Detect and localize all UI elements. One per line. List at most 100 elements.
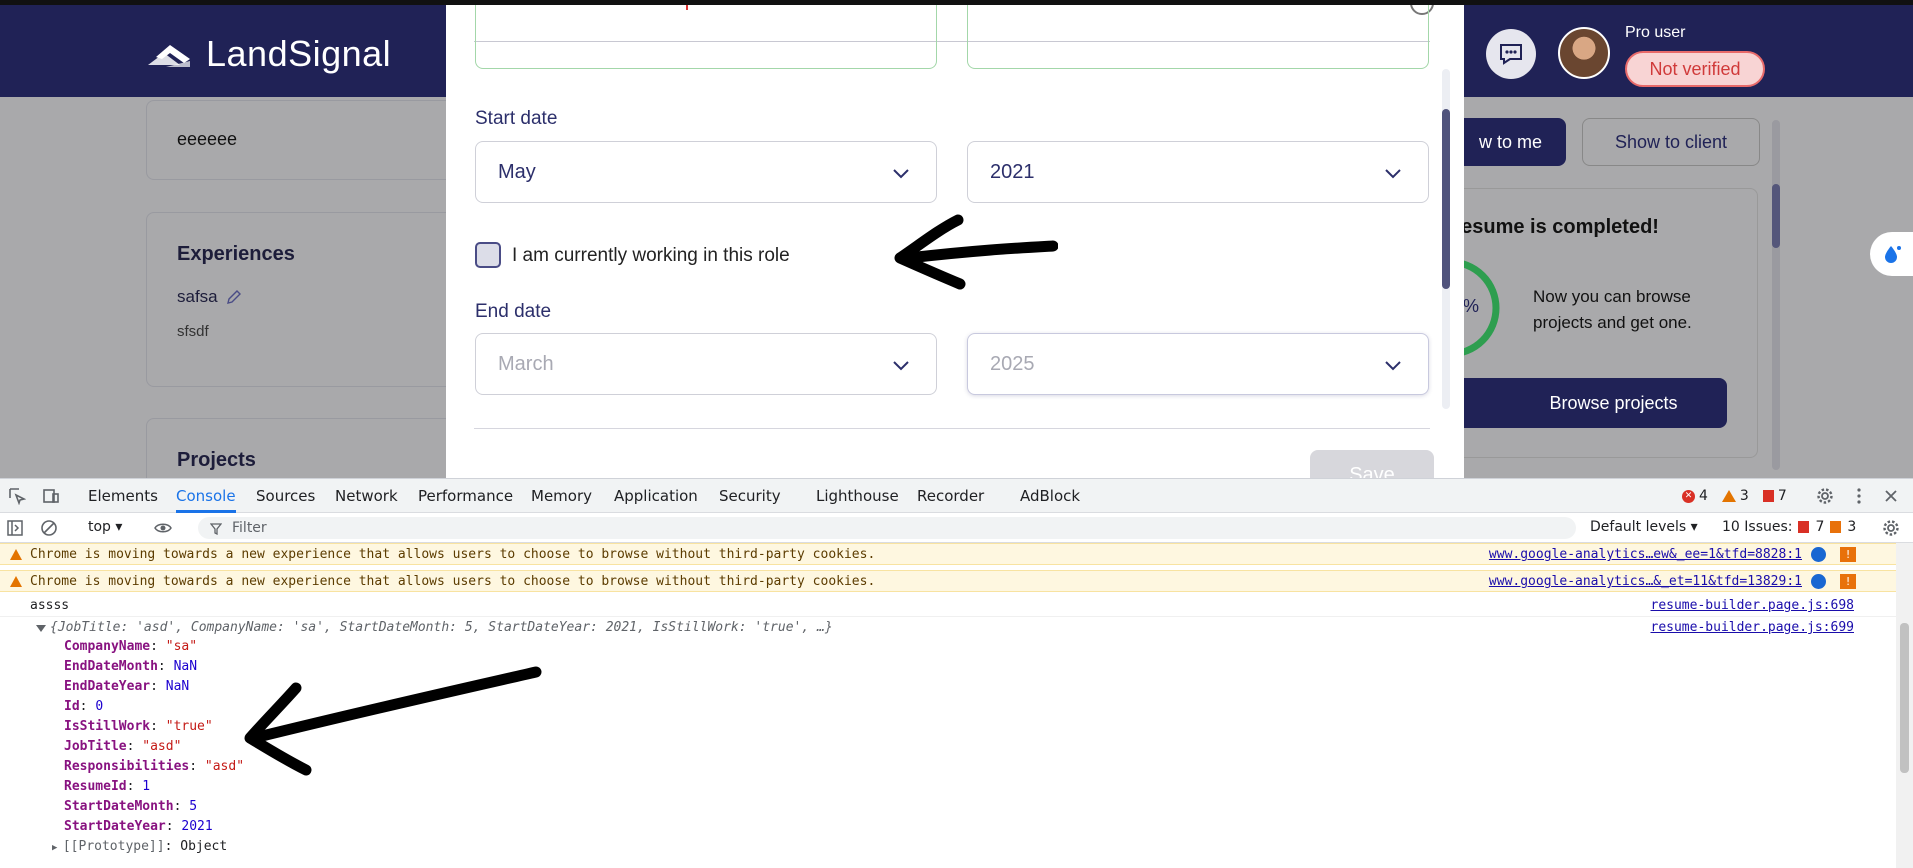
property-key: IsStillWork [64,719,151,734]
modal-scrollbar-thumb[interactable] [1442,109,1450,289]
droplet-icon [1885,246,1901,263]
issues-label: 10 Issues: [1722,519,1793,535]
currently-working-label[interactable]: I am currently working in this role [512,245,790,267]
close-devtools-icon[interactable] [1882,487,1900,505]
console-scrollbar-thumb[interactable] [1900,623,1909,773]
page-scrollbar-thumb[interactable] [1772,184,1780,248]
start-date-label: Start date [475,108,558,129]
annotation-arrow-icon [894,214,1058,290]
tab-application[interactable]: Application [614,479,698,513]
console-warning-row: Chrome is moving towards a new experienc… [0,543,1896,565]
warning-icon [10,549,22,560]
error-icon: ✕ [1682,489,1695,503]
chat-button[interactable] [1486,29,1536,79]
start-year-select[interactable]: 2021 [967,141,1429,203]
experiences-heading: Experiences [177,243,295,265]
expand-triangle-icon[interactable] [36,625,46,632]
tab-elements[interactable]: Elements [88,479,158,513]
show-to-client-button[interactable]: Show to client [1582,118,1760,166]
job-title-field[interactable] [967,5,1429,69]
issues-summary[interactable]: 10 Issues: 7 3 [1722,519,1856,535]
logo[interactable]: LandSignal [146,33,391,75]
object-property: IsStillWork: "true" [64,719,213,734]
warning-source-link[interactable]: www.google-analytics…ew&_ee=1&tfd=8828:1 [1489,547,1802,562]
company-field[interactable] [475,5,937,69]
end-date-label: End date [475,301,552,322]
browse-projects-button[interactable]: Browse projects [1440,378,1727,428]
property-value: 5 [189,799,198,814]
modal-scrollbar[interactable] [1442,69,1450,409]
annotation-arrow-icon [244,666,542,776]
console-object-row[interactable]: {JobTitle: 'asd', CompanyName: 'sa', Sta… [0,617,1896,639]
issues-count[interactable]: 7 [1762,488,1787,504]
property-key: CompanyName [64,639,151,654]
issue-icon[interactable]: ! [1840,574,1856,589]
warning-message: Chrome is moving towards a new experienc… [30,547,876,562]
projects-card: Projects [146,418,466,478]
expand-triangle-icon[interactable]: ▶ [52,843,63,853]
filter-placeholder: Filter [232,520,267,536]
eye-icon[interactable] [154,519,172,537]
end-month-select[interactable]: March [475,333,937,395]
property-key: ResumeId [64,779,127,794]
devtools-tab-bar: Elements Console Sources Network Perform… [0,479,1913,513]
log-source-link[interactable]: resume-builder.page.js:698 [1651,598,1855,613]
resume-status-title: r resume is completed! [1440,216,1659,238]
assistant-bubble[interactable] [1870,232,1913,276]
end-year-select[interactable]: 2025 [967,333,1429,395]
object-source-link[interactable]: resume-builder.page.js:699 [1651,620,1855,635]
sidebar-toggle-icon[interactable] [6,519,24,537]
property-key: Id [64,699,80,714]
object-property: Id: 0 [64,699,104,714]
tab-recorder[interactable]: Recorder [917,479,984,513]
warning-icon [10,576,22,587]
globe-icon[interactable] [1811,547,1826,562]
property-value: "true" [165,719,213,734]
app-background: LandSignal Pro user Not verified eeeeee … [0,0,1913,478]
issue-icon[interactable]: ! [1840,547,1856,562]
error-count[interactable]: ✕ 4 [1682,488,1708,504]
tab-security[interactable]: Security [719,479,781,513]
property-value: "sa" [165,639,198,654]
console-filter-input[interactable]: Filter [198,517,1576,539]
clear-console-icon[interactable] [40,519,58,537]
tab-lighthouse[interactable]: Lighthouse [816,479,899,513]
inspect-element-icon[interactable] [8,487,26,505]
tab-sources[interactable]: Sources [256,479,315,513]
tab-console[interactable]: Console [176,479,236,513]
settings-gear-icon[interactable] [1816,487,1834,505]
context-value: top [88,519,111,535]
start-month-select[interactable]: May [475,141,937,203]
tab-network[interactable]: Network [335,479,398,513]
page-scrollbar[interactable] [1772,120,1780,470]
tab-adblock[interactable]: AdBlock [1020,479,1080,513]
tab-memory[interactable]: Memory [531,479,592,513]
chat-icon [1500,44,1522,65]
more-options-icon[interactable] [1850,487,1868,505]
user-avatar[interactable] [1558,27,1610,79]
issue-warning-flag-icon [1830,521,1842,533]
log-message: assss [30,598,70,613]
warning-count-value: 3 [1739,488,1749,504]
console-log-row: assss resume-builder.page.js:698 [0,595,1896,617]
end-year-value: 2025 [990,352,1035,375]
console-scrollbar[interactable] [1896,543,1913,868]
warning-source-link[interactable]: www.google-analytics…&_et=11&tfd=13829:1 [1489,574,1802,589]
save-button[interactable]: Save [1310,450,1434,478]
modal-footer-divider [474,428,1430,429]
verification-badge[interactable]: Not verified [1625,51,1765,87]
devtools-counts[interactable]: ✕ 4 3 7 [1682,488,1787,504]
issues-errors-value: 7 [1815,519,1825,535]
edit-icon[interactable] [226,289,242,305]
tab-performance[interactable]: Performance [418,479,513,513]
console-settings-icon[interactable] [1882,519,1900,537]
context-selector[interactable]: top ▾ [88,519,122,535]
device-toolbar-icon[interactable] [42,487,60,505]
object-property: JobTitle: "asd" [64,739,182,754]
warning-count[interactable]: 3 [1721,488,1749,504]
property-value: 2021 [181,819,213,834]
log-levels-dropdown[interactable]: Default levels ▾ [1590,519,1698,535]
currently-working-checkbox[interactable] [475,242,501,268]
globe-icon[interactable] [1811,574,1826,589]
object-property: StartDateMonth: 5 [64,799,198,814]
